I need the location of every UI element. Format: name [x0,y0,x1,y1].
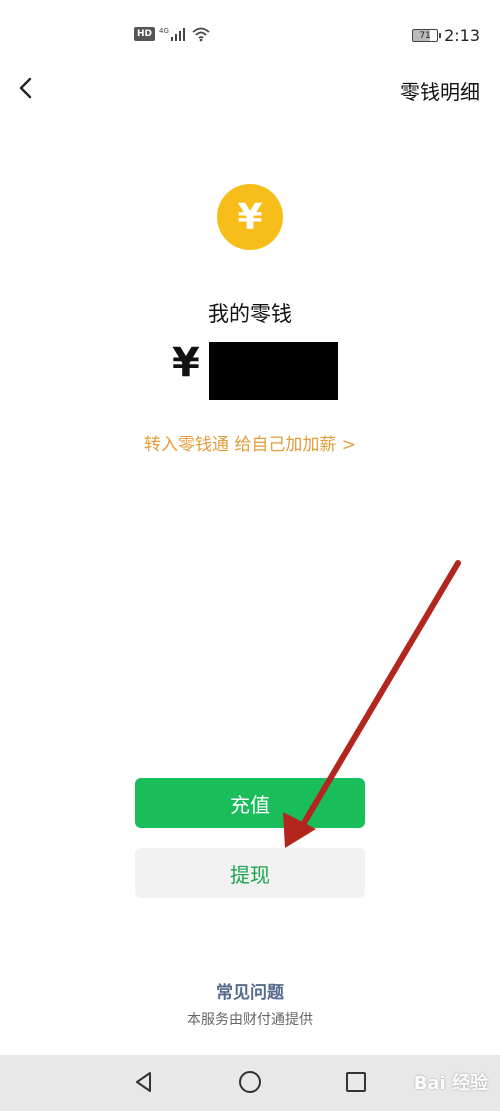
coin-symbol: ¥ [237,196,263,238]
clock: 2:13 [444,26,480,45]
recharge-button[interactable]: 充值 [135,778,365,828]
change-details-link[interactable]: 零钱明细 [400,76,480,105]
wifi-icon [192,27,210,42]
balance-redaction [209,342,338,400]
status-bar: HD 4G 71 2:13 [0,0,500,70]
svg-text:4G: 4G [159,27,169,35]
battery-icon: 71 [412,29,442,42]
back-button[interactable] [10,70,50,110]
coin-icon: ¥ [217,184,283,250]
signal-icon: 4G [159,27,186,41]
status-icons: HD 4G [134,26,211,42]
faq-link[interactable]: 常见问题 [0,978,500,1003]
hd-icon: HD [134,27,156,41]
system-nav-bar: Bai 经验 [0,1055,500,1111]
watermark: Bai 经验 [413,1073,488,1094]
promo-link[interactable]: 转入零钱通 给自己加加薪 > [0,430,500,455]
annotation-arrow-icon [283,560,461,848]
home-circle-icon[interactable] [235,1067,265,1097]
chevron-left-icon [19,77,32,99]
status-right: 71 2:13 [412,26,480,45]
wallet-title: 我的零钱 [208,302,292,326]
back-triangle-icon[interactable] [129,1067,159,1097]
currency-symbol: ¥ [172,340,200,386]
provider-text: 本服务由财付通提供 [187,1012,313,1028]
recents-square-icon[interactable] [341,1067,371,1097]
withdraw-button[interactable]: 提现 [135,848,365,898]
battery-level: 71 [419,31,431,41]
